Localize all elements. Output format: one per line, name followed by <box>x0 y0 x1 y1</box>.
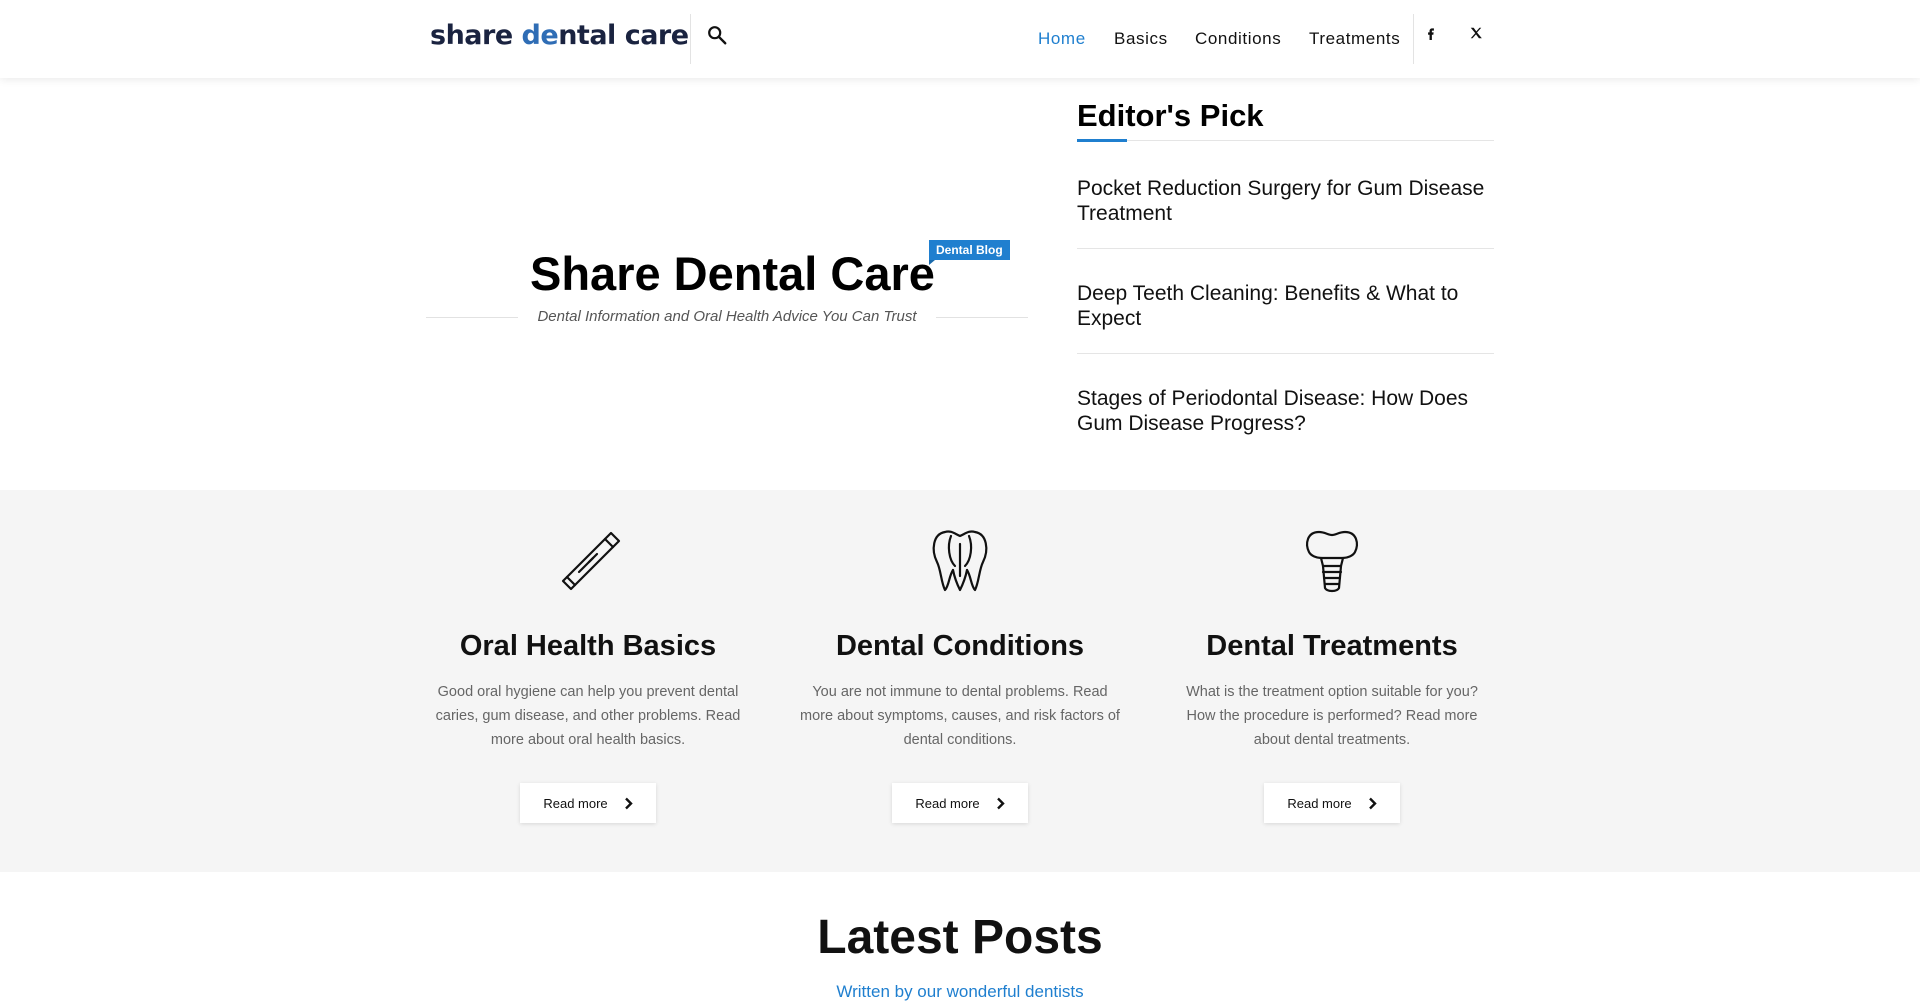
read-more-label: Read more <box>1287 795 1352 811</box>
chevron-right-icon <box>1368 797 1377 809</box>
nav-treatments[interactable]: Treatments <box>1309 29 1400 49</box>
latest-posts-subtitle[interactable]: Written by our wonderful dentists <box>0 982 1920 1002</box>
latest-posts-title: Latest Posts <box>817 911 1103 964</box>
toothpaste-tube-icon <box>553 526 623 596</box>
category-title: Dental Treatments <box>1206 630 1458 662</box>
nav-home[interactable]: Home <box>1038 29 1086 49</box>
site-tagline: Dental Information and Oral Health Advic… <box>537 308 917 325</box>
x-twitter-icon[interactable] <box>1469 26 1489 46</box>
read-more-button[interactable]: Read more <box>1264 783 1400 823</box>
header-divider <box>1413 14 1414 64</box>
nav-basics[interactable]: Basics <box>1114 29 1168 49</box>
editors-pick-accent <box>1077 139 1127 142</box>
editors-pick-item[interactable]: Pocket Reduction Surgery for Gum Disease… <box>1077 176 1494 226</box>
facebook-icon[interactable] <box>1424 26 1444 46</box>
nav-conditions[interactable]: Conditions <box>1195 29 1281 49</box>
editors-pick-title: Editor's Pick <box>1077 98 1264 133</box>
editors-pick-item[interactable]: Stages of Periodontal Disease: How Does … <box>1077 386 1494 436</box>
editors-pick-divider <box>1077 353 1494 354</box>
editors-pick-divider <box>1077 248 1494 249</box>
editors-pick-rule <box>1077 140 1494 141</box>
search-icon[interactable] <box>706 24 734 52</box>
read-more-button[interactable]: Read more <box>892 783 1028 823</box>
read-more-label: Read more <box>543 795 608 811</box>
blog-badge: Dental Blog <box>929 240 1010 265</box>
category-description: Good oral hygiene can help you prevent d… <box>435 684 741 748</box>
read-more-label: Read more <box>915 795 980 811</box>
site-title: Share Dental Care <box>530 247 935 300</box>
header-divider <box>690 14 691 64</box>
categories-section: Oral Health Basics Good oral hygiene can… <box>0 490 1920 872</box>
category-title: Oral Health Basics <box>459 630 717 662</box>
dental-implant-icon <box>1297 526 1367 596</box>
chevron-right-icon <box>996 797 1005 809</box>
site-header: share dental care Home Basics Conditions… <box>0 0 1920 78</box>
site-logo[interactable]: share dental care <box>430 20 689 51</box>
category-description: What is the treatment option suitable fo… <box>1186 684 1478 748</box>
tooth-roots-icon <box>925 526 995 596</box>
editors-pick-item[interactable]: Deep Teeth Cleaning: Benefits & What to … <box>1077 281 1494 331</box>
chevron-right-icon <box>624 797 633 809</box>
category-description: You are not immune to dental problems. R… <box>800 684 1120 748</box>
category-title: Dental Conditions <box>835 630 1085 662</box>
read-more-button[interactable]: Read more <box>520 783 656 823</box>
